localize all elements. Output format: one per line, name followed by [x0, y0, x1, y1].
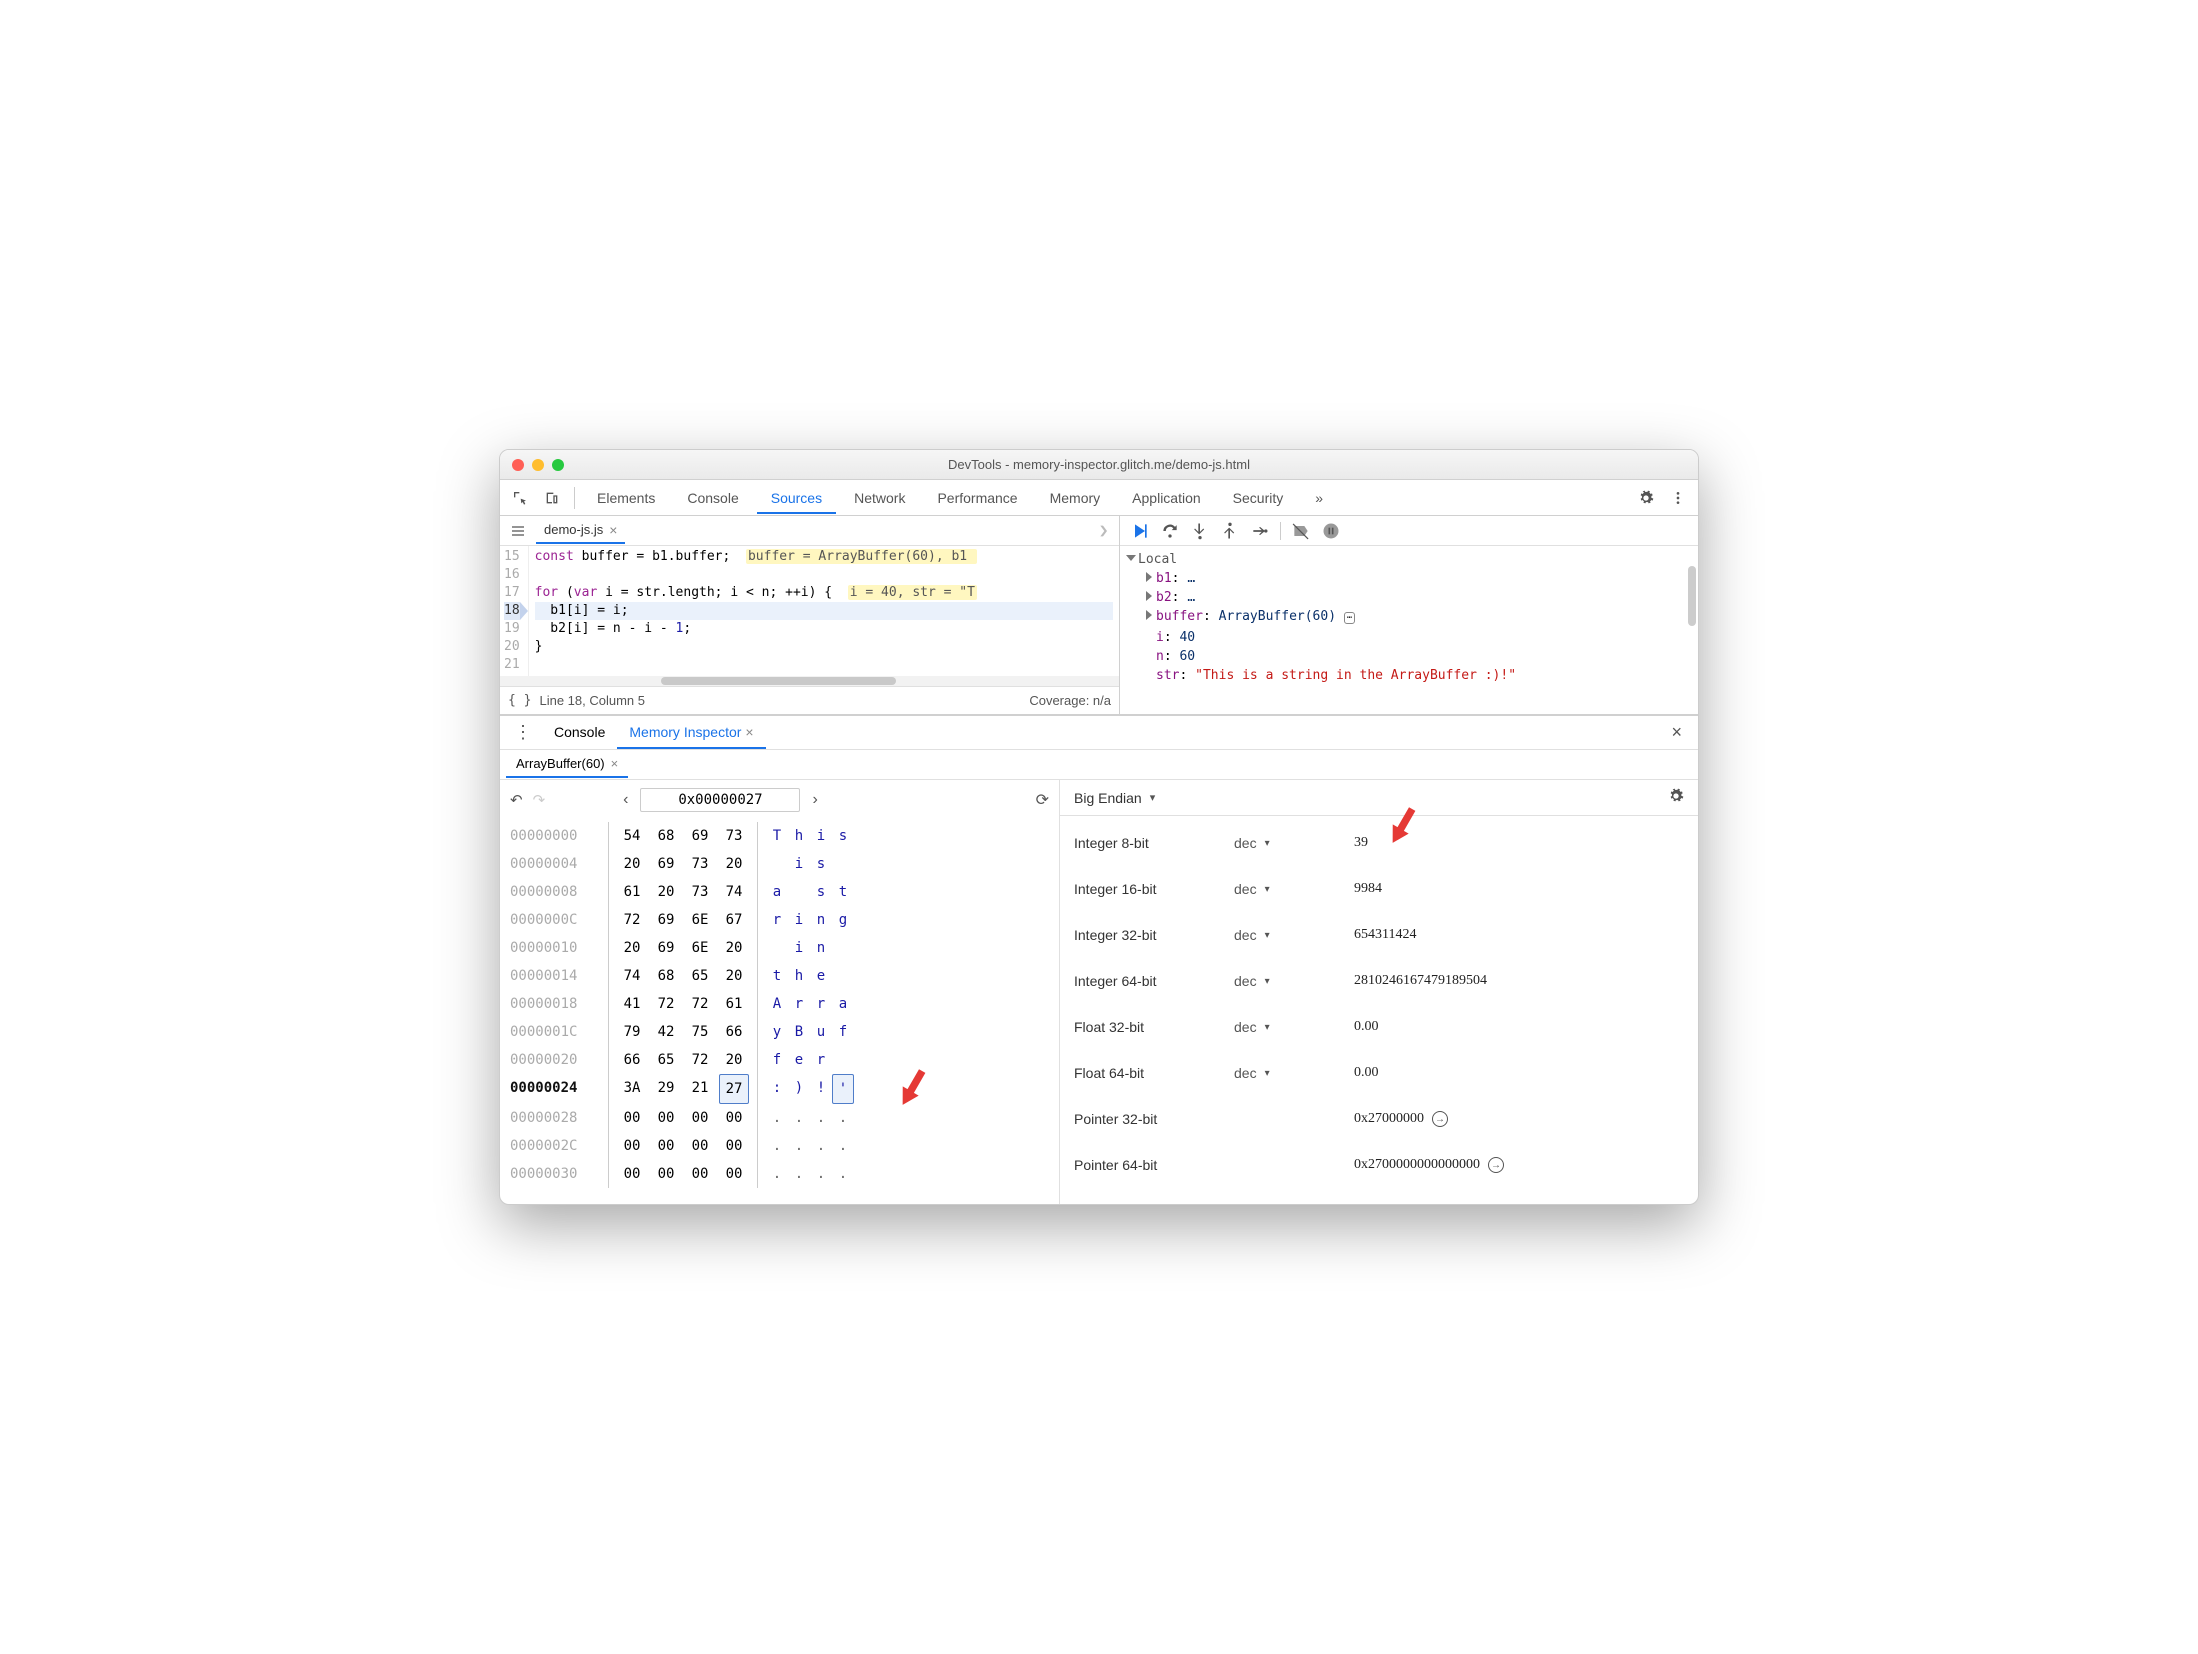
- format-selector[interactable]: dec ▾: [1234, 927, 1354, 943]
- memory-inspector-subtabs: ArrayBuffer(60) ×: [500, 750, 1698, 780]
- hex-viewer: ↶ ↷ ‹ › ⟳ 0000000054686973This0000000420…: [500, 780, 1060, 1204]
- debugger-toolbar: [1120, 516, 1698, 546]
- devtools-window: DevTools - memory-inspector.glitch.me/de…: [499, 449, 1699, 1205]
- value-interpreter: Big Endian ▾ Integer 8-bitdec ▾39Integer…: [1060, 780, 1698, 1204]
- drawer: ⋮ ConsoleMemory Inspector × × ArrayBuffe…: [500, 715, 1698, 1204]
- tab-security[interactable]: Security: [1219, 482, 1298, 514]
- cursor-position: Line 18, Column 5: [539, 693, 645, 708]
- format-selector[interactable]: dec ▾: [1234, 881, 1354, 897]
- file-tab-label: demo-js.js: [544, 522, 603, 537]
- step-out-icon[interactable]: [1220, 521, 1240, 541]
- horizontal-scrollbar[interactable]: [500, 676, 1119, 686]
- close-subtab-icon[interactable]: ×: [611, 756, 619, 771]
- tab-console[interactable]: Console: [673, 482, 752, 514]
- inspect-element-icon[interactable]: [506, 484, 534, 512]
- history-back-icon[interactable]: ↶: [510, 791, 523, 809]
- value-row-integer-64-bit: Integer 64-bitdec ▾2810246167479189504: [1074, 958, 1684, 1004]
- tab-elements[interactable]: Elements: [583, 482, 669, 514]
- subtab-arraybuffer[interactable]: ArrayBuffer(60) ×: [506, 751, 628, 778]
- value-row-integer-16-bit: Integer 16-bitdec ▾9984: [1074, 866, 1684, 912]
- format-selector[interactable]: dec ▾: [1234, 1065, 1354, 1081]
- deactivate-breakpoints-icon[interactable]: [1291, 521, 1311, 541]
- window-title: DevTools - memory-inspector.glitch.me/de…: [500, 457, 1698, 472]
- settings-gear-icon[interactable]: [1632, 484, 1660, 512]
- step-icon[interactable]: [1250, 521, 1270, 541]
- step-into-icon[interactable]: [1190, 521, 1210, 541]
- tab-application[interactable]: Application: [1118, 482, 1215, 514]
- show-navigator-icon[interactable]: [504, 517, 532, 545]
- pause-on-exceptions-icon[interactable]: [1321, 521, 1341, 541]
- hex-row[interactable]: 0000001841727261Arra: [510, 990, 1049, 1018]
- code-editor[interactable]: 15161718192021 const buffer = b1.buffer;…: [500, 546, 1119, 676]
- goto-address-icon[interactable]: →: [1488, 1157, 1504, 1173]
- scope-var-n[interactable]: n: 60: [1128, 647, 1690, 666]
- resume-icon[interactable]: [1130, 521, 1150, 541]
- scope-header: Local: [1138, 552, 1177, 567]
- file-tab-demo-js[interactable]: demo-js.js ×: [536, 518, 625, 544]
- main-tabs: ElementsConsoleSourcesNetworkPerformance…: [500, 480, 1698, 516]
- address-next-icon[interactable]: ›: [804, 791, 825, 809]
- tabs-overflow[interactable]: »: [1301, 482, 1337, 514]
- kebab-menu-icon[interactable]: [1664, 484, 1692, 512]
- hex-row[interactable]: 0000000054686973This: [510, 822, 1049, 850]
- tab-sources[interactable]: Sources: [757, 482, 836, 514]
- vertical-scrollbar[interactable]: [1688, 566, 1696, 626]
- value-settings-gear-icon[interactable]: [1668, 788, 1684, 807]
- endian-caret-icon[interactable]: ▾: [1150, 791, 1156, 804]
- hex-toolbar: ↶ ↷ ‹ › ⟳: [510, 788, 1049, 812]
- separator: [574, 487, 575, 509]
- hex-row[interactable]: 0000001C79427566yBuf: [510, 1018, 1049, 1046]
- format-selector[interactable]: dec ▾: [1234, 835, 1354, 851]
- format-selector[interactable]: dec ▾: [1234, 973, 1354, 989]
- tab-memory[interactable]: Memory: [1036, 482, 1115, 514]
- format-braces-icon[interactable]: { }: [508, 693, 531, 708]
- drawer-kebab-icon[interactable]: ⋮: [504, 722, 542, 743]
- drawer-tabs: ⋮ ConsoleMemory Inspector × ×: [500, 716, 1698, 750]
- device-toolbar-icon[interactable]: [538, 484, 566, 512]
- hex-row[interactable]: 0000000C72696E67ring: [510, 906, 1049, 934]
- refresh-icon[interactable]: ⟳: [1036, 790, 1049, 810]
- hex-row[interactable]: 0000002C00000000....: [510, 1132, 1049, 1160]
- subtab-label: ArrayBuffer(60): [516, 756, 605, 771]
- scope-var-str[interactable]: str: "This is a string in the ArrayBuffe…: [1128, 666, 1690, 685]
- scope-pane[interactable]: Local b1: …b2: …buffer: ArrayBuffer(60) …: [1120, 546, 1698, 704]
- step-over-icon[interactable]: [1160, 521, 1180, 541]
- format-selector[interactable]: dec ▾: [1234, 1019, 1354, 1035]
- scope-var-i[interactable]: i: 40: [1128, 628, 1690, 647]
- editor-status-bar: { } Line 18, Column 5 Coverage: n/a: [500, 686, 1119, 714]
- titlebar: DevTools - memory-inspector.glitch.me/de…: [500, 450, 1698, 480]
- drawer-tab-memory-inspector[interactable]: Memory Inspector ×: [617, 717, 765, 749]
- scope-var-b2[interactable]: b2: …: [1128, 588, 1690, 607]
- hex-row[interactable]: 0000001020696E20 in: [510, 934, 1049, 962]
- value-row-float-64-bit: Float 64-bitdec ▾0.00: [1074, 1050, 1684, 1096]
- value-row-integer-8-bit: Integer 8-bitdec ▾39: [1074, 820, 1684, 866]
- tab-performance[interactable]: Performance: [923, 482, 1031, 514]
- hex-row[interactable]: 0000002066657220fer: [510, 1046, 1049, 1074]
- address-prev-icon[interactable]: ‹: [615, 791, 636, 809]
- drawer-tab-console[interactable]: Console: [542, 717, 617, 749]
- history-forward-icon[interactable]: ↷: [533, 791, 546, 809]
- close-tab-icon[interactable]: ×: [609, 522, 617, 538]
- hex-row[interactable]: 0000003000000000....: [510, 1160, 1049, 1188]
- tab-network[interactable]: Network: [840, 482, 919, 514]
- hex-row[interactable]: 0000000861207374a st: [510, 878, 1049, 906]
- hex-row[interactable]: 0000000420697320 is: [510, 850, 1049, 878]
- endian-selector[interactable]: Big Endian: [1074, 790, 1142, 806]
- value-row-float-32-bit: Float 32-bitdec ▾0.00: [1074, 1004, 1684, 1050]
- goto-address-icon[interactable]: →: [1432, 1111, 1448, 1127]
- hex-row[interactable]: 0000001474686520the: [510, 962, 1049, 990]
- value-row-pointer-64-bit: Pointer 64-bit0x2700000000000000→: [1074, 1142, 1684, 1188]
- value-row-pointer-32-bit: Pointer 32-bit0x27000000→: [1074, 1096, 1684, 1142]
- close-drawer-icon[interactable]: ×: [1659, 722, 1694, 743]
- coverage-label: Coverage: n/a: [1029, 693, 1111, 708]
- scope-var-buffer[interactable]: buffer: ArrayBuffer(60) ⋯: [1128, 607, 1690, 628]
- address-input[interactable]: [640, 788, 800, 812]
- snippets-run-icon[interactable]: [1091, 517, 1119, 545]
- scope-var-b1[interactable]: b1: …: [1128, 569, 1690, 588]
- file-tab-bar: demo-js.js ×: [500, 516, 1119, 546]
- hex-grid[interactable]: 0000000054686973This0000000420697320 is …: [510, 822, 1049, 1188]
- hex-row[interactable]: 000000243A292127:)!': [510, 1074, 1049, 1104]
- hex-row[interactable]: 0000002800000000....: [510, 1104, 1049, 1132]
- value-row-integer-32-bit: Integer 32-bitdec ▾654311424: [1074, 912, 1684, 958]
